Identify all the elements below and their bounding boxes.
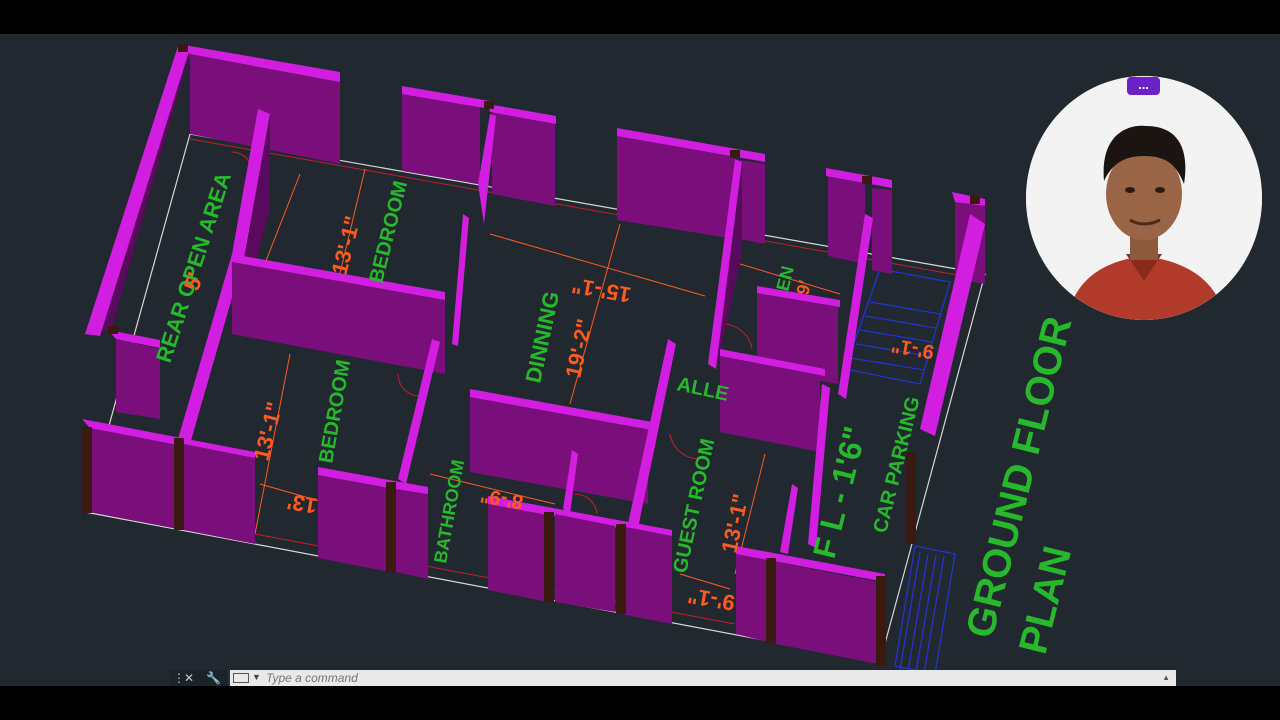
stair-dim: 9'-1" <box>890 334 936 363</box>
dinning-width-dim: 15'-1" <box>570 273 633 308</box>
plan-title-line2: PLAN <box>1011 542 1080 658</box>
command-prompt-icon[interactable] <box>233 673 249 683</box>
bathroom-dim: 8'-9" <box>479 484 525 513</box>
bedroom-bottom-dim2: 13' <box>285 489 319 519</box>
command-line-controls: ⋮ ✕ 🔧 <box>170 670 228 686</box>
presenter-avatar <box>1026 76 1262 320</box>
wrench-icon[interactable]: 🔧 <box>206 671 221 685</box>
bedroom-top-label: BEDROOM <box>366 179 413 286</box>
rear-open-area-label: REAR OPEN AREA <box>151 169 236 366</box>
command-input-area[interactable]: ▼ ▲ <box>230 670 1176 686</box>
command-input[interactable] <box>266 670 1146 686</box>
dinning-label: DINNING <box>520 289 564 385</box>
bedroom-top-dim: 13'-1" <box>327 213 366 277</box>
presenter-webcam <box>1026 76 1262 320</box>
webcam-menu-button[interactable]: ... <box>1127 77 1160 95</box>
more-options-icon: ... <box>1138 77 1149 92</box>
command-line-bar: ⋮ ✕ 🔧 ▼ ▲ <box>170 670 1176 686</box>
car-parking-label: CAR PARKING <box>870 394 925 535</box>
bathroom-label: BATHROOM <box>430 458 468 565</box>
bedroom-bottom-dim1: 13'-1" <box>249 399 288 463</box>
room-labels: REAR OPEN AREA 5' BEDROOM 13'-1" DINNING… <box>151 169 1080 658</box>
chevron-down-icon[interactable]: ▼ <box>252 672 261 682</box>
guest-dim2: 9'-1" <box>686 583 737 616</box>
dinning-height-dim: 19'-2" <box>560 316 597 380</box>
chevron-up-icon[interactable]: ▲ <box>1162 673 1170 682</box>
bedroom-bottom-label: BEDROOM <box>315 358 355 465</box>
drawing-viewport[interactable]: REAR OPEN AREA 5' BEDROOM 13'-1" DINNING… <box>0 34 1280 686</box>
close-icon[interactable]: ✕ <box>184 671 194 685</box>
guest-room-label: GUEST ROOM <box>669 437 719 575</box>
